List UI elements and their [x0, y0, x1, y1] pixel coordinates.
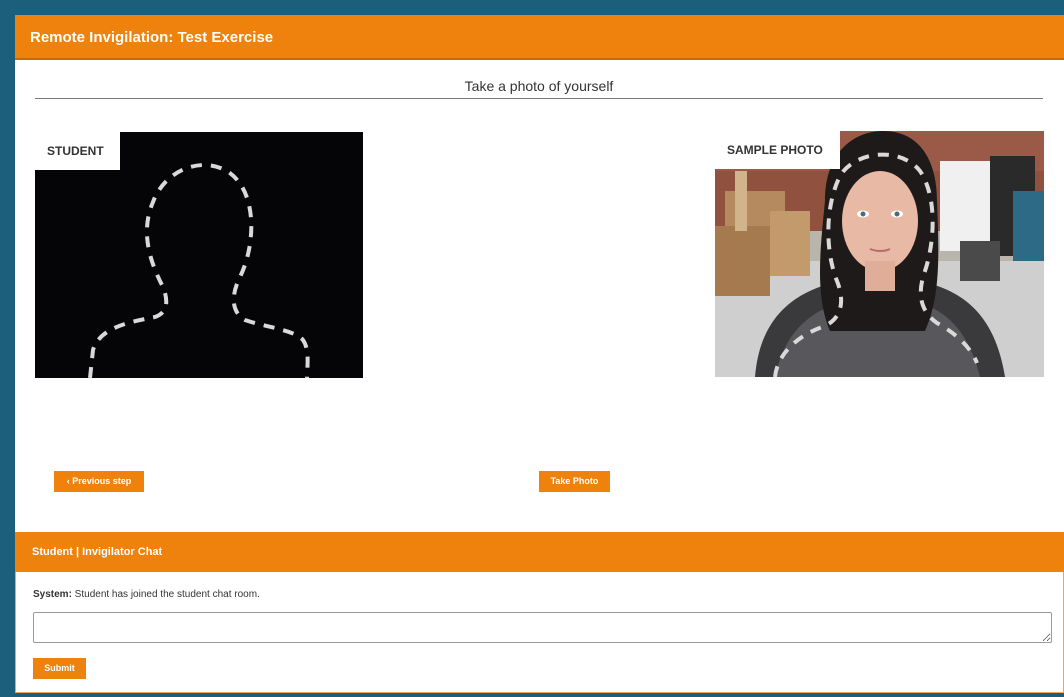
chat-message-text: Student has joined the student chat room… — [71, 589, 260, 600]
sample-photo: SAMPLE PHOTO — [715, 131, 1044, 377]
chat-message-sender: System: — [33, 589, 72, 600]
student-label: STUDENT — [35, 132, 120, 170]
previous-step-button[interactable]: ‹ Previous step — [54, 471, 144, 492]
student-camera-view: STUDENT — [35, 132, 363, 378]
take-photo-button[interactable]: Take Photo — [539, 471, 610, 492]
chat-message: System: Student has joined the student c… — [33, 589, 260, 600]
title-bar: Remote Invigilation: Test Exercise — [15, 15, 1064, 60]
heading-divider — [35, 98, 1043, 99]
chat-panel: System: Student has joined the student c… — [15, 572, 1064, 693]
invigilation-window: Remote Invigilation: Test Exercise Take … — [15, 15, 1064, 693]
chat-header: Student | Invigilator Chat — [15, 532, 1064, 572]
chat-submit-button[interactable]: Submit — [33, 658, 86, 679]
step-heading: Take a photo of yourself — [464, 78, 614, 94]
sample-photo-label: SAMPLE PHOTO — [715, 131, 840, 169]
window-title: Remote Invigilation: Test Exercise — [30, 29, 274, 46]
chat-message-input[interactable] — [33, 612, 1052, 643]
chat-title: Student | Invigilator Chat — [32, 546, 163, 558]
